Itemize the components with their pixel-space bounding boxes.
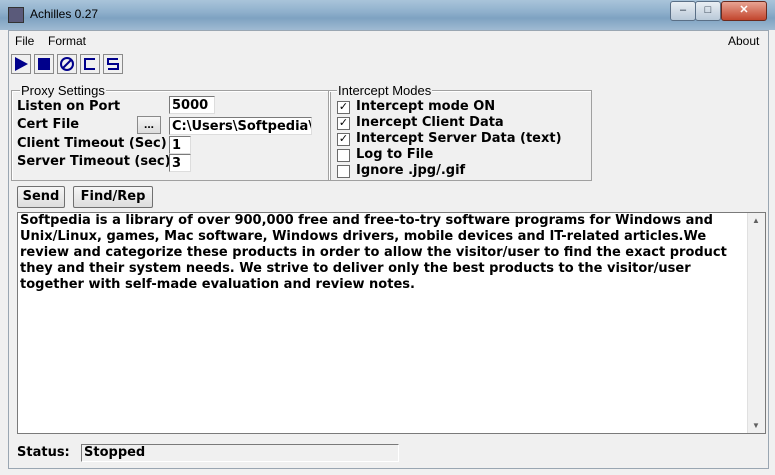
listen-port-input[interactable]: 5000 (169, 96, 215, 114)
server-timeout-input[interactable]: 3 (169, 154, 191, 172)
play-icon (15, 57, 28, 71)
data-text-area[interactable]: Softpedia is a library of over 900,000 f… (17, 212, 766, 434)
menu-bar: File Format About (9, 31, 768, 51)
stop-icon (38, 58, 50, 70)
listen-port-label: Listen on Port (17, 99, 121, 114)
intercept-modes-legend: Intercept Modes (337, 83, 433, 98)
client-data-label: Inercept Client Data (356, 115, 504, 130)
stop-button[interactable] (34, 54, 54, 74)
menu-about[interactable]: About (728, 34, 759, 48)
intercept-mode-checkbox[interactable]: ✓ (337, 101, 350, 114)
ignore-images-checkbox[interactable] (337, 165, 350, 178)
client-data-checkbox[interactable]: ✓ (337, 117, 350, 130)
status-value: Stopped (81, 444, 399, 462)
client-timeout-input[interactable]: 1 (169, 136, 191, 154)
no-entry-icon (60, 57, 74, 71)
client-timeout-label: Client Timeout (Sec) (17, 136, 167, 151)
title-bar[interactable]: Achilles 0.27 – □ ✕ (0, 0, 775, 30)
server-button[interactable] (103, 54, 123, 74)
send-button[interactable]: Send (17, 186, 65, 208)
close-button[interactable]: ✕ (721, 1, 767, 21)
disable-button[interactable] (57, 54, 77, 74)
scroll-up-icon[interactable]: ▲ (752, 216, 760, 225)
minimize-button[interactable]: – (670, 1, 696, 21)
ignore-images-label: Ignore .jpg/.gif (356, 163, 466, 178)
log-to-file-checkbox[interactable] (337, 149, 350, 162)
cert-browse-button[interactable]: ... (137, 116, 161, 134)
client-button[interactable] (80, 54, 100, 74)
client-area: File Format About Proxy Settings Listen … (8, 30, 769, 469)
s-icon (107, 58, 119, 70)
server-timeout-label: Server Timeout (sec) (17, 154, 171, 169)
body-text: Softpedia is a library of over 900,000 f… (20, 213, 727, 292)
start-button[interactable] (11, 54, 31, 74)
vertical-scrollbar[interactable]: ▲ ▼ (747, 213, 765, 433)
scroll-down-icon[interactable]: ▼ (752, 421, 760, 430)
status-label: Status: (17, 445, 70, 460)
app-window: Achilles 0.27 – □ ✕ File Format About Pr… (0, 0, 775, 475)
log-to-file-label: Log to File (356, 147, 434, 162)
menu-format[interactable]: Format (48, 34, 86, 48)
app-icon[interactable] (8, 7, 24, 23)
window-title: Achilles 0.27 (30, 7, 99, 21)
maximize-button[interactable]: □ (695, 1, 721, 21)
cert-file-label: Cert File (17, 117, 80, 132)
c-icon (84, 58, 95, 70)
cert-file-input[interactable]: C:\Users\Softpedia\Do (169, 117, 312, 135)
menu-file[interactable]: File (15, 34, 34, 48)
find-replace-button[interactable]: Find/Rep (73, 186, 153, 208)
proxy-settings-legend: Proxy Settings (20, 83, 106, 98)
server-data-label: Intercept Server Data (text) (356, 131, 562, 146)
intercept-mode-label: Intercept mode ON (356, 99, 496, 114)
server-data-checkbox[interactable]: ✓ (337, 133, 350, 146)
